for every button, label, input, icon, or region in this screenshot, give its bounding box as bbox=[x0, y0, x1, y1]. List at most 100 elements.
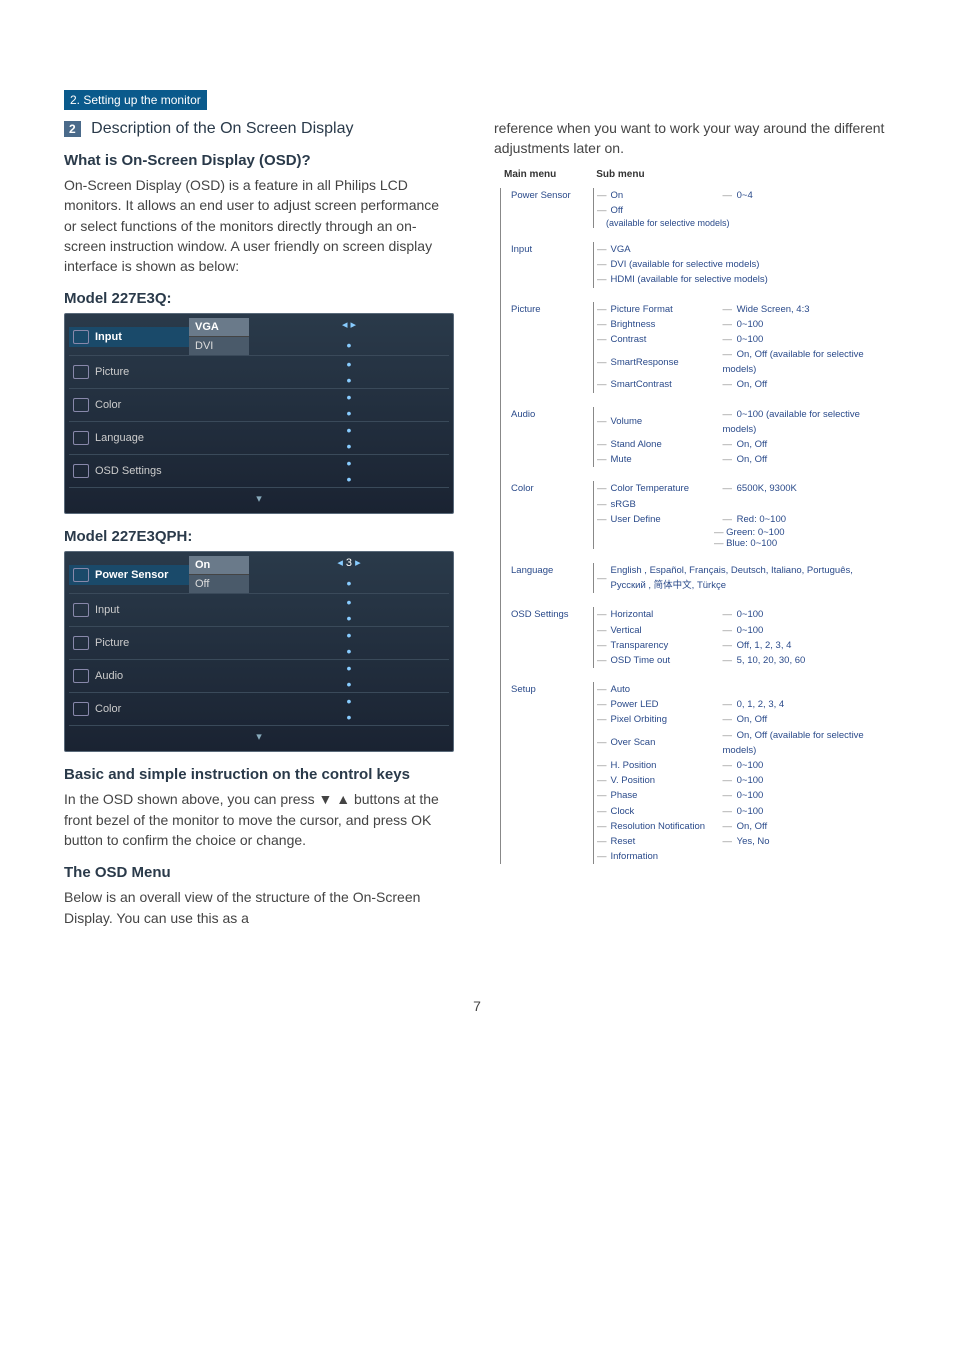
tree-sub-value: 0~100 bbox=[723, 607, 764, 622]
tree-sub-value: On, Off (available for selective models) bbox=[723, 347, 891, 377]
tree-note: (available for selective models) bbox=[594, 218, 753, 228]
tree-sub-value: Red: 0~100 bbox=[723, 512, 787, 527]
tree-main-label: Color bbox=[511, 481, 597, 494]
tree-sub-value: 0~100 bbox=[723, 773, 764, 788]
tree-sub-label: Information bbox=[611, 849, 723, 864]
tree-sub-label: Mute bbox=[611, 452, 723, 467]
tree-sub-item: SmartContrast On, Off bbox=[594, 377, 890, 392]
tree-main-label: Power Sensor bbox=[511, 188, 597, 201]
tree-sub-item: Brightness 0~100 bbox=[594, 317, 890, 332]
tree-sub-value: 0~100 bbox=[723, 317, 764, 332]
osd-item-icon bbox=[73, 365, 89, 379]
osd-item[interactable]: Input bbox=[69, 327, 189, 347]
tree-sub-item: Information bbox=[594, 849, 890, 864]
tree-sub-item: Off bbox=[594, 203, 753, 218]
tree-sub-child: Green: 0~100 bbox=[594, 527, 797, 538]
osd-item-label: Language bbox=[95, 432, 144, 444]
osd-item[interactable]: Audio bbox=[69, 666, 189, 686]
tree-sub-label: Stand Alone bbox=[611, 437, 723, 452]
osd-item[interactable]: Color bbox=[69, 699, 189, 719]
tree-sub-item: V. Position 0~100 bbox=[594, 773, 890, 788]
osd-panel-1: Input VGA ◂ ▸ DVI Picture bbox=[64, 313, 454, 514]
tree-sub-value: 0~100 bbox=[723, 758, 764, 773]
tree-main-item: Picture Picture Format Wide Screen, 4:3 … bbox=[511, 302, 890, 393]
osd-item-icon bbox=[73, 702, 89, 716]
tree-sub-item: SmartResponse On, Off (available for sel… bbox=[594, 347, 890, 377]
tree-sub-item: H. Position 0~100 bbox=[594, 758, 890, 773]
tree-sub-item: VGA bbox=[594, 242, 768, 257]
tree-sub-label: Vertical bbox=[611, 623, 723, 638]
tree-sub-label: VGA bbox=[611, 242, 723, 257]
tree-sub-label: Power LED bbox=[611, 697, 723, 712]
osd-item[interactable]: OSD Settings bbox=[69, 461, 189, 481]
model1-heading: Model 227E3Q: bbox=[64, 290, 454, 307]
tree-sub-value: 0~100 (available for selective models) bbox=[723, 407, 891, 437]
tree-main-item: Input VGA DVI (available for selective m… bbox=[511, 242, 890, 288]
tree-sub-item: User Define Red: 0~100 bbox=[594, 512, 797, 527]
tree-sub-item: Pixel Orbiting On, Off bbox=[594, 712, 890, 727]
osd-item-icon bbox=[73, 398, 89, 412]
tree-sub-item: Clock 0~100 bbox=[594, 804, 890, 819]
tree-sub-child: Blue: 0~100 bbox=[594, 538, 797, 549]
tree-sub-value: 0~100 bbox=[723, 788, 764, 803]
osd-item[interactable]: Picture bbox=[69, 362, 189, 382]
keys-heading: Basic and simple instruction on the cont… bbox=[64, 766, 454, 783]
osd-footer-arrow[interactable]: ▾ bbox=[69, 726, 449, 747]
tree-main-item: OSD Settings Horizontal 0~100 Vertical 0… bbox=[511, 607, 890, 668]
osd-item-label: Picture bbox=[95, 366, 129, 378]
osd-item-label: Input bbox=[95, 331, 122, 343]
osd-item-label: Color bbox=[95, 399, 121, 411]
tree-sub-label: SmartResponse bbox=[611, 355, 723, 370]
tree-sub-item: sRGB bbox=[594, 497, 797, 512]
right-intro: reference when you want to work your way… bbox=[494, 118, 890, 159]
osd-item-icon bbox=[73, 603, 89, 617]
tree-main-label: Audio bbox=[511, 407, 597, 420]
osd-item[interactable]: Picture bbox=[69, 633, 189, 653]
osd-item[interactable]: Input bbox=[69, 600, 189, 620]
osd-footer-arrow[interactable]: ▾ bbox=[69, 488, 449, 509]
osd-item[interactable]: Power Sensor bbox=[69, 565, 189, 585]
model2-heading: Model 227E3QPH: bbox=[64, 528, 454, 545]
tree-main-label: Setup bbox=[511, 682, 597, 695]
section-heading: 2 Description of the On Screen Display bbox=[64, 120, 454, 138]
tree-sub-label: DVI (available for selective models) bbox=[611, 257, 760, 272]
tree-sub-item: Mute On, Off bbox=[594, 452, 890, 467]
tree-sub-label: On bbox=[611, 188, 723, 203]
tree-sub-value: 0, 1, 2, 3, 4 bbox=[723, 697, 785, 712]
osd-item-label: OSD Settings bbox=[95, 465, 162, 477]
page-number: 7 bbox=[0, 998, 954, 1014]
osd-item[interactable]: Language bbox=[69, 428, 189, 448]
tree-sub-value: 5, 10, 20, 30, 60 bbox=[723, 653, 806, 668]
tree-sub-label: HDMI (available for selective models) bbox=[611, 272, 768, 287]
tree-sub-value: 0~4 bbox=[723, 188, 753, 203]
tree-main-label: Input bbox=[511, 242, 597, 255]
section-title: Description of the On Screen Display bbox=[91, 120, 353, 137]
what-is-heading: What is On-Screen Display (OSD)? bbox=[64, 152, 454, 169]
tree-sub-label: Color Temperature bbox=[611, 481, 723, 496]
osd-option-selected[interactable]: VGA bbox=[189, 318, 249, 337]
tree-sub-item: English , Español, Français, Deutsch, It… bbox=[594, 563, 890, 593]
tree-main-label: Picture bbox=[511, 302, 597, 315]
tree-sub-label: Off bbox=[611, 203, 723, 218]
tree-sub-value: Wide Screen, 4:3 bbox=[723, 302, 810, 317]
tree-sub-item: DVI (available for selective models) bbox=[594, 257, 768, 272]
tree-sub-label: Volume bbox=[611, 414, 723, 429]
tree-sub-label: User Define bbox=[611, 512, 723, 527]
tree-sub-item: Vertical 0~100 bbox=[594, 623, 805, 638]
tree-sub-item: Stand Alone On, Off bbox=[594, 437, 890, 452]
tree-sub-item: Volume 0~100 (available for selective mo… bbox=[594, 407, 890, 437]
osd-item[interactable]: Color bbox=[69, 395, 189, 415]
tree-sub-label: Over Scan bbox=[611, 735, 723, 750]
tree-sub-label: Reset bbox=[611, 834, 723, 849]
tree-sub-item: OSD Time out 5, 10, 20, 30, 60 bbox=[594, 653, 805, 668]
tree-sub-label: Clock bbox=[611, 804, 723, 819]
osd-item-label: Input bbox=[95, 604, 119, 616]
osd-option-selected[interactable]: On bbox=[189, 556, 249, 575]
osd-option[interactable]: DVI bbox=[189, 337, 249, 355]
tree-sub-item: Horizontal 0~100 bbox=[594, 607, 805, 622]
tree-sub-label: Contrast bbox=[611, 332, 723, 347]
osd-option[interactable]: Off bbox=[189, 575, 249, 593]
osd-item-label: Power Sensor bbox=[95, 569, 168, 581]
tree-sub-label: SmartContrast bbox=[611, 377, 723, 392]
tree-sub-value: On, Off bbox=[723, 437, 768, 452]
